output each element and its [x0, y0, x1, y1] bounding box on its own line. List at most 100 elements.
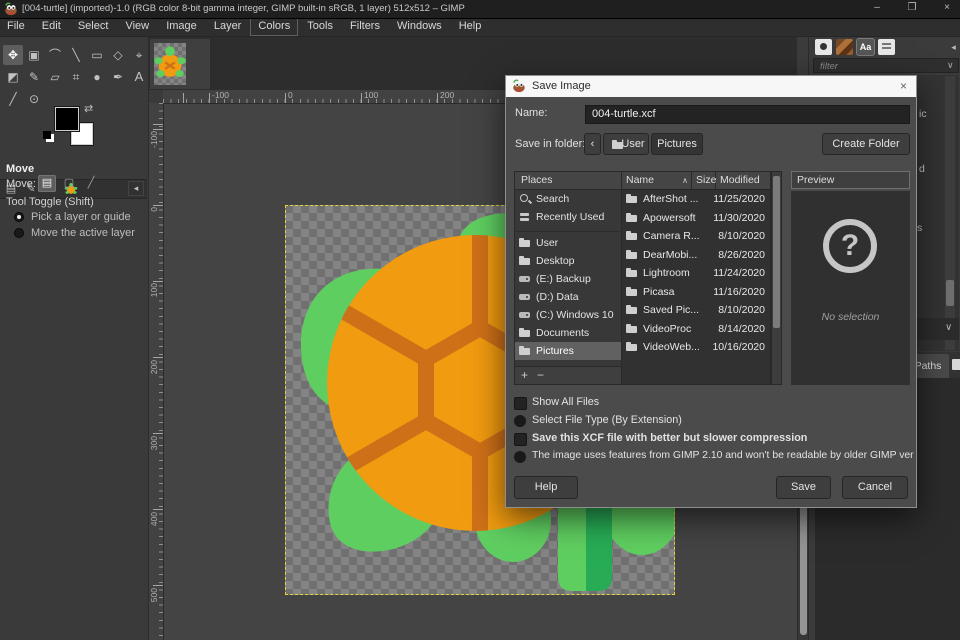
font-list-scrollbar[interactable] [945, 76, 955, 350]
text-tool-icon[interactable]: A [129, 67, 149, 87]
handle-transform-tool-icon[interactable]: ⌖ [129, 45, 149, 65]
unified-transform-tool-icon[interactable]: ◇ [108, 45, 128, 65]
menu-edit[interactable]: Edit [35, 18, 68, 35]
brushes-tab-icon[interactable] [815, 39, 832, 55]
dialog-close-icon[interactable]: × [900, 76, 907, 97]
menu-image[interactable]: Image [159, 18, 204, 35]
scrollbar-thumb[interactable] [946, 280, 954, 306]
remove-place-button[interactable]: − [537, 368, 544, 382]
place-item-search[interactable]: Search [515, 190, 623, 208]
place-item-backup-drive[interactable]: (E:) Backup [515, 270, 623, 288]
cancel-button[interactable]: Cancel [842, 476, 908, 499]
move-selection-button[interactable]: ▢ [60, 175, 78, 192]
move-active-layer-radio-label[interactable]: Move the active layer [31, 227, 135, 239]
file-row[interactable]: VideoProc8/14/2020 [622, 320, 770, 339]
dialog-title-bar[interactable]: Save Image × [506, 76, 916, 97]
image-tab[interactable] [150, 39, 210, 89]
select-file-type-expander-icon[interactable] [514, 415, 526, 427]
menu-filters[interactable]: Filters [343, 18, 387, 35]
file-row[interactable]: DearMobi...8/26/2020 [622, 246, 770, 265]
place-item-pictures[interactable]: Pictures [515, 342, 623, 360]
font-filter-input[interactable]: filter [813, 58, 959, 73]
column-header-modified[interactable]: Modified [716, 172, 770, 190]
swap-colors-icon[interactable]: ⇄ [84, 102, 93, 115]
paintbrush-tool-icon[interactable]: ✎ [24, 67, 44, 87]
patterns-tab-icon[interactable] [836, 39, 853, 55]
filename-input[interactable]: 004-turtle.xcf [585, 105, 910, 124]
move-layer-button[interactable]: ▤ [38, 175, 56, 192]
place-item-recently-used[interactable]: Recently Used [515, 208, 623, 226]
file-row[interactable]: VideoWeb...10/16/2020 [622, 338, 770, 357]
version-warning-expander-icon[interactable] [514, 451, 526, 463]
foreground-color-swatch[interactable] [54, 106, 80, 132]
help-button[interactable]: Help [514, 476, 578, 499]
file-row[interactable]: AfterShot ...11/25/2020 [622, 190, 770, 209]
move-tool-icon[interactable]: ✥ [3, 45, 23, 65]
place-item-data-drive[interactable]: (D:) Data [515, 288, 623, 306]
place-item-user[interactable]: User [515, 234, 623, 252]
minimize-button[interactable]: – [862, 0, 892, 17]
clone-tool-icon[interactable]: ⌗ [66, 67, 86, 87]
color-picker-tool-icon[interactable]: ╱ [3, 89, 23, 109]
close-button[interactable]: × [932, 0, 960, 17]
maximize-button[interactable]: ❐ [897, 0, 927, 17]
menu-tools[interactable]: Tools [300, 18, 340, 35]
crop-tool-icon[interactable]: ▭ [87, 45, 107, 65]
place-item-documents[interactable]: Documents [515, 324, 623, 342]
menu-view[interactable]: View [118, 18, 156, 35]
measure-tool-icon[interactable]: ╲ [66, 45, 86, 65]
show-all-files-label[interactable]: Show All Files [532, 396, 599, 408]
paths-panel-icon[interactable] [952, 359, 960, 370]
free-select-tool-icon[interactable]: ⌒ [45, 45, 65, 65]
smudge-tool-icon[interactable]: ● [87, 67, 107, 87]
column-header-name[interactable]: Name ∧ [622, 172, 692, 190]
menu-help[interactable]: Help [452, 18, 489, 35]
file-list-scrollbar[interactable] [771, 171, 782, 385]
menu-layer[interactable]: Layer [207, 18, 249, 35]
scrollbar-thumb[interactable] [773, 176, 780, 328]
file-row[interactable]: Picasa11/16/2020 [622, 283, 770, 302]
eraser-tool-icon[interactable]: ▱ [45, 67, 65, 87]
ruler-corner-button[interactable] [148, 90, 164, 104]
column-header-size[interactable]: Size [692, 172, 716, 190]
pick-layer-radio-label[interactable]: Pick a layer or guide [31, 211, 131, 223]
move-path-button[interactable]: ╱ [82, 175, 100, 192]
save-button[interactable]: Save [776, 476, 831, 499]
breadcrumb-user-button[interactable]: User [603, 133, 649, 155]
dock-menu-arrow-icon[interactable]: ◂ [945, 39, 960, 55]
breadcrumb-pictures-button[interactable]: Pictures [651, 133, 703, 155]
file-row[interactable]: Lightroom11/24/2020 [622, 264, 770, 283]
file-row[interactable]: Saved Pic...8/10/2020 [622, 301, 770, 320]
menu-select[interactable]: Select [71, 18, 116, 35]
font-list-item-fragment[interactable]: d [919, 163, 925, 175]
dock-collapse-icon[interactable]: ◂ [128, 181, 144, 196]
ink-tool-icon[interactable]: ✒ [108, 67, 128, 87]
font-list-item-fragment[interactable]: s [917, 222, 922, 234]
menu-colors[interactable]: Colors [251, 18, 297, 35]
bucket-fill-tool-icon[interactable]: ◩ [3, 67, 23, 87]
default-colors-icon[interactable] [43, 131, 51, 139]
font-list-item-fragment[interactable]: ic [919, 108, 927, 120]
file-row[interactable]: Apowersoft11/30/2020 [622, 209, 770, 228]
menu-file[interactable]: File [0, 18, 32, 35]
alignment-tool-icon[interactable]: ▣ [24, 45, 44, 65]
breadcrumb-back-button[interactable]: ‹ [584, 133, 601, 155]
create-folder-button[interactable]: Create Folder [822, 133, 910, 155]
filter-chevron-down-icon[interactable]: ∨ [947, 60, 954, 71]
add-place-button[interactable]: + [521, 368, 528, 382]
menu-windows[interactable]: Windows [390, 18, 449, 35]
file-row[interactable]: Camera R...8/10/2020 [622, 227, 770, 246]
places-header[interactable]: Places [515, 172, 623, 190]
select-file-type-label[interactable]: Select File Type (By Extension) [532, 414, 682, 426]
vertical-ruler[interactable]: -100 0 100 200 300 400 500 [148, 103, 164, 640]
place-item-desktop[interactable]: Desktop [515, 252, 623, 270]
xcf-compression-label[interactable]: Save this XCF file with better but slowe… [532, 432, 807, 444]
pick-layer-radio[interactable] [14, 212, 24, 222]
show-all-files-checkbox[interactable] [514, 397, 527, 410]
fonts-tab-icon[interactable]: Aa [857, 39, 874, 55]
move-active-layer-radio[interactable] [14, 228, 24, 238]
zoom-tool-icon[interactable]: ⊙ [24, 89, 44, 109]
document-history-tab-icon[interactable] [878, 39, 895, 55]
xcf-compression-checkbox[interactable] [514, 433, 527, 446]
place-item-windows-drive[interactable]: (C:) Windows 10 [515, 306, 623, 324]
